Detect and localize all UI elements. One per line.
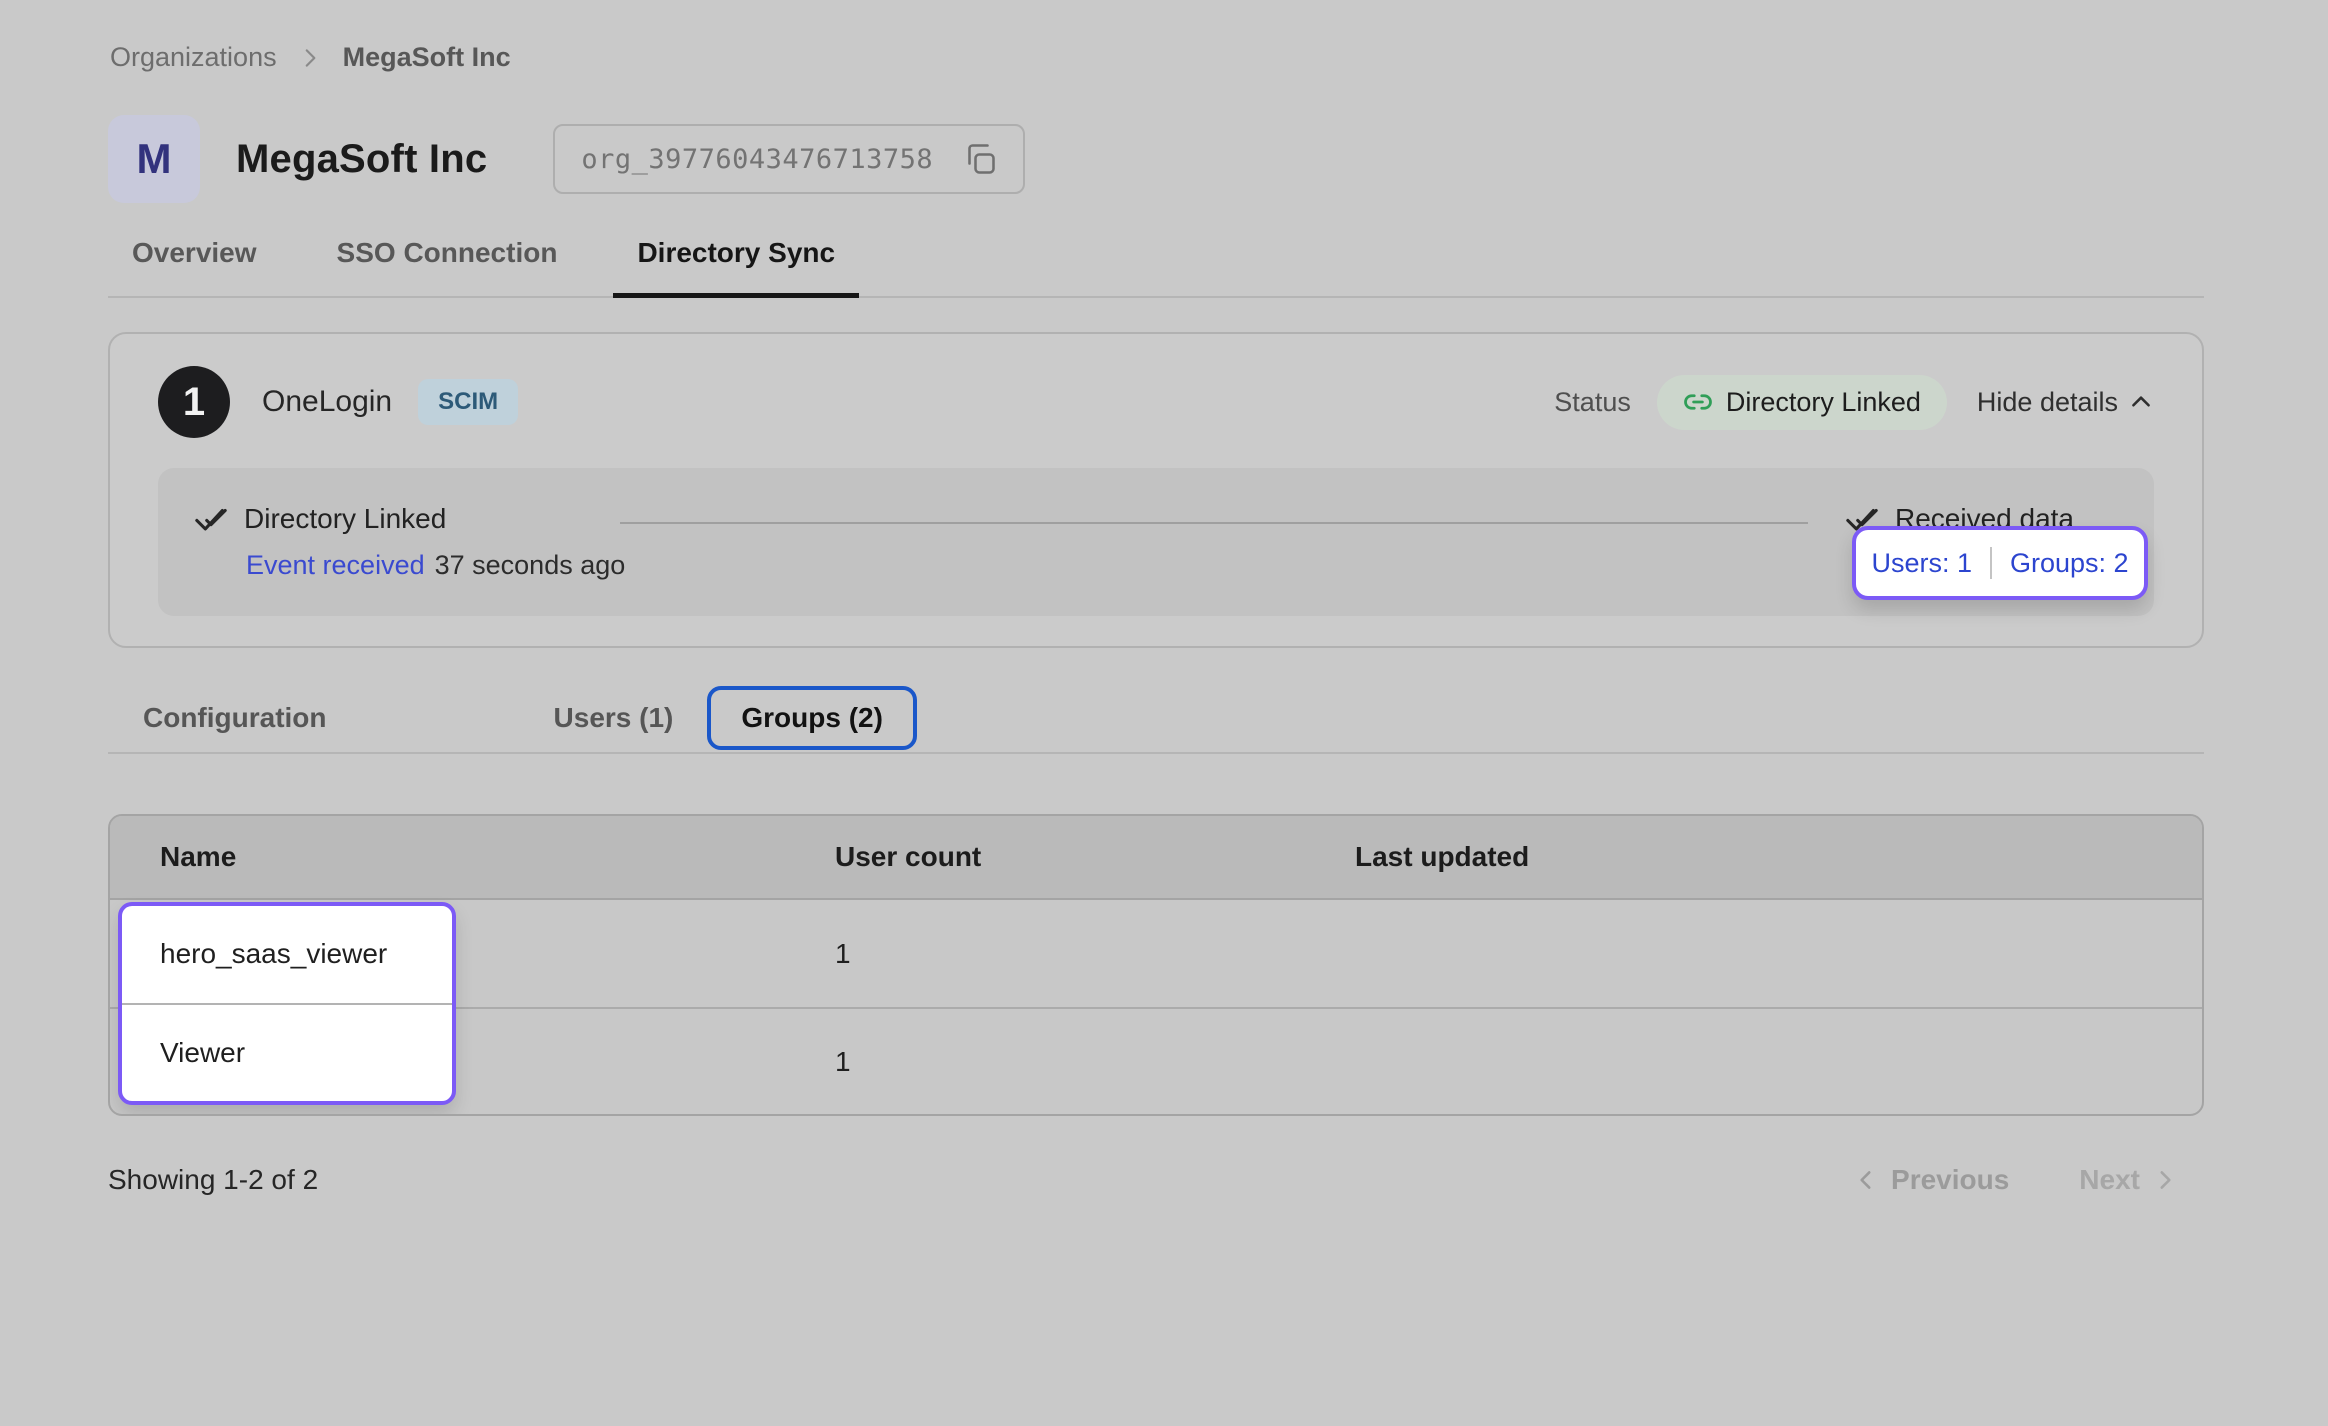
provider-group: 1 OneLogin SCIM bbox=[158, 366, 518, 438]
breadcrumb: Organizations MegaSoft Inc bbox=[108, 0, 2204, 73]
sync-timeline-panel: Directory Linked Event received 37 secon… bbox=[158, 468, 2154, 616]
subtab-groups-highlight[interactable]: Groups (2) bbox=[707, 686, 917, 750]
connection-card-header: 1 OneLogin SCIM Status Directory Linked … bbox=[158, 366, 2154, 438]
directory-subtabs: Configuration Users (1) Groups (2) bbox=[108, 684, 2204, 754]
pagination: Previous Next bbox=[1853, 1164, 2178, 1196]
status-group: Status Directory Linked Hide details bbox=[1554, 375, 2154, 430]
next-button[interactable]: Next bbox=[2079, 1164, 2178, 1196]
double-check-icon bbox=[194, 502, 228, 536]
content-column: Organizations MegaSoft Inc M MegaSoft In… bbox=[108, 0, 2204, 1196]
hide-details-label: Hide details bbox=[1977, 387, 2118, 418]
status-badge: Directory Linked bbox=[1657, 375, 1947, 430]
tab-overview[interactable]: Overview bbox=[108, 231, 281, 298]
directory-sync-page: Organizations MegaSoft Inc M MegaSoft In… bbox=[0, 0, 2328, 1426]
event-received-link[interactable]: Event received bbox=[246, 550, 425, 581]
vertical-divider bbox=[1990, 547, 1992, 579]
org-avatar: M bbox=[108, 115, 200, 203]
tab-sso-connection[interactable]: SSO Connection bbox=[313, 231, 582, 298]
table-footer: Showing 1-2 of 2 Previous Next bbox=[108, 1164, 2204, 1196]
status-label: Status bbox=[1554, 387, 1631, 418]
org-id-value: org_39776043476713758 bbox=[581, 144, 933, 175]
group-name-viewer[interactable]: Viewer bbox=[122, 1005, 452, 1102]
tab-directory-sync[interactable]: Directory Sync bbox=[613, 231, 859, 298]
next-label: Next bbox=[2079, 1164, 2140, 1196]
groups-count-link[interactable]: Groups: 2 bbox=[2010, 548, 2129, 579]
directory-connection-card: 1 OneLogin SCIM Status Directory Linked … bbox=[108, 332, 2204, 648]
subtab-configuration[interactable]: Configuration bbox=[143, 702, 327, 734]
user-count-cell: 1 bbox=[835, 938, 1355, 970]
subtab-groups[interactable]: Groups (2) bbox=[741, 702, 883, 734]
previous-button[interactable]: Previous bbox=[1853, 1164, 2009, 1196]
copy-icon[interactable] bbox=[961, 140, 999, 178]
provider-name: OneLogin bbox=[262, 385, 392, 419]
link-icon bbox=[1683, 387, 1713, 417]
group-names-highlight: hero_saas_viewer Viewer bbox=[118, 902, 456, 1105]
groups-table: Name User count Last updated 1 1 hero_sa… bbox=[108, 814, 2204, 1116]
previous-label: Previous bbox=[1891, 1164, 2009, 1196]
column-header-user-count: User count bbox=[835, 841, 1355, 873]
received-data-counts-highlight: Users: 1 Groups: 2 bbox=[1852, 526, 2148, 600]
timeline-connector-line bbox=[620, 522, 1808, 524]
status-value: Directory Linked bbox=[1726, 387, 1921, 418]
breadcrumb-organizations-link[interactable]: Organizations bbox=[110, 42, 277, 73]
org-tabs: Overview SSO Connection Directory Sync bbox=[108, 231, 2204, 298]
org-header: M MegaSoft Inc org_39776043476713758 bbox=[108, 115, 2204, 203]
page-title: MegaSoft Inc bbox=[236, 137, 487, 182]
chevron-right-icon bbox=[297, 45, 323, 71]
event-received-time: 37 seconds ago bbox=[435, 550, 626, 581]
timeline-step-directory-linked: Directory Linked bbox=[194, 502, 446, 536]
showing-count: Showing 1-2 of 2 bbox=[108, 1164, 318, 1196]
chevron-left-icon bbox=[1853, 1167, 1879, 1193]
chevron-right-icon bbox=[2152, 1167, 2178, 1193]
onelogin-logo: 1 bbox=[158, 366, 230, 438]
chevron-up-icon bbox=[2128, 389, 2154, 415]
hide-details-button[interactable]: Hide details bbox=[1977, 387, 2154, 418]
subtab-users[interactable]: Users (1) bbox=[554, 702, 674, 734]
column-header-name: Name bbox=[110, 841, 835, 873]
user-count-cell: 1 bbox=[835, 1046, 1355, 1078]
org-id-chip[interactable]: org_39776043476713758 bbox=[553, 124, 1025, 194]
breadcrumb-current: MegaSoft Inc bbox=[343, 42, 511, 73]
protocol-badge: SCIM bbox=[418, 379, 518, 425]
event-received-row: Event received 37 seconds ago bbox=[246, 550, 625, 581]
users-count-link[interactable]: Users: 1 bbox=[1871, 548, 1972, 579]
group-name-hero-saas-viewer[interactable]: hero_saas_viewer bbox=[122, 906, 452, 1003]
timeline-left-title: Directory Linked bbox=[244, 503, 446, 535]
column-header-last-updated: Last updated bbox=[1355, 841, 2202, 873]
table-header-row: Name User count Last updated bbox=[110, 816, 2202, 900]
